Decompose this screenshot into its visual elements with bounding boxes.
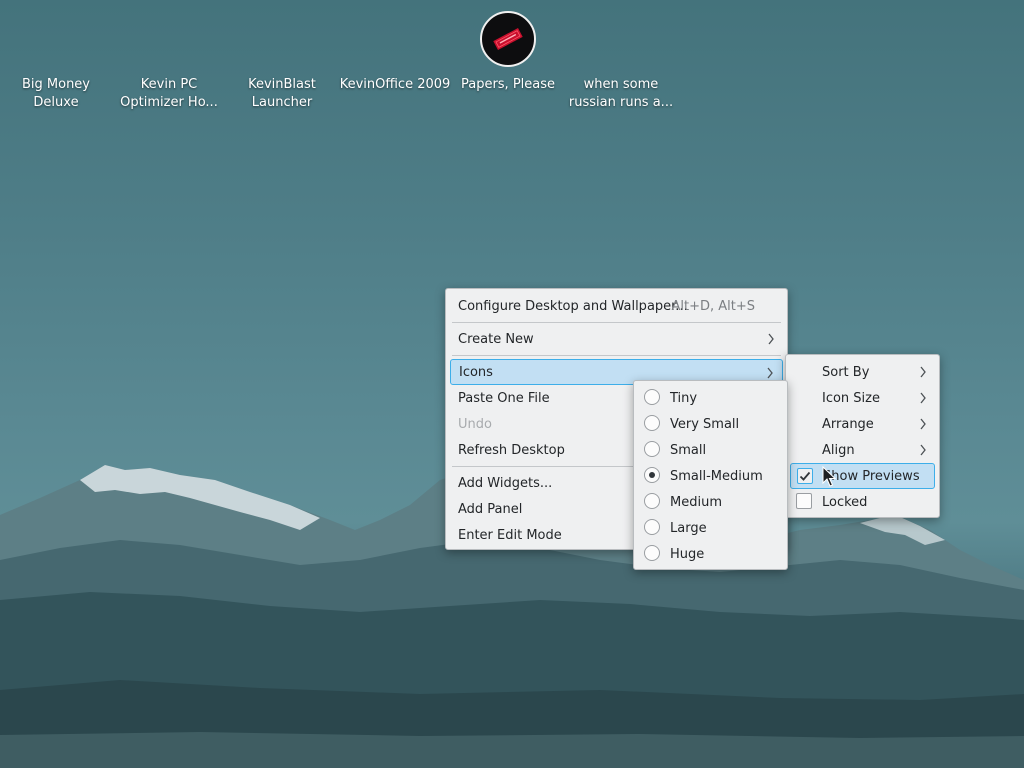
menu-item-shortcut: Alt+D, Alt+S <box>671 298 755 314</box>
desktop-icon-kevinblast-launcher[interactable]: KevinBlast Launcher <box>226 8 338 118</box>
mouse-pointer-icon <box>822 466 836 487</box>
menu-item-icon-size[interactable]: Icon Size <box>790 385 935 411</box>
menu-item-label: Refresh Desktop <box>458 442 565 458</box>
desktop-icon-big-money-deluxe[interactable]: Big Money Deluxe <box>0 8 112 118</box>
menu-item-show-previews[interactable]: Show Previews <box>790 463 935 489</box>
radio-button[interactable] <box>644 441 660 457</box>
icon-size-option-large[interactable]: Large <box>638 515 783 541</box>
menu-item-label: Show Previews <box>823 468 920 484</box>
desktop-icon-label: KevinBlast Launcher <box>248 77 316 110</box>
menu-item-sort-by[interactable]: Sort By <box>790 359 935 385</box>
radio-button-selected[interactable] <box>644 467 660 483</box>
chevron-right-icon <box>767 367 773 379</box>
menu-item-create-new[interactable]: Create New <box>450 326 783 352</box>
menu-item-label: Small <box>670 442 707 458</box>
app-icon <box>26 8 86 70</box>
radio-button[interactable] <box>644 545 660 561</box>
radio-button[interactable] <box>644 493 660 509</box>
locked-checkbox[interactable] <box>796 493 812 509</box>
menu-item-label: Paste One File <box>458 390 550 406</box>
menu-item-label: Configure Desktop and Wallpaper... <box>458 298 688 314</box>
desktop-icon-label: Big Money Deluxe <box>21 77 90 110</box>
desktop-icon-label: when some russian runs a... <box>568 77 674 110</box>
icons-submenu: Sort By Icon Size Arrange Align Show Pre… <box>785 354 940 518</box>
radio-button[interactable] <box>644 415 660 431</box>
menu-item-label: Medium <box>670 494 722 510</box>
papers-please-logo-icon <box>480 11 536 67</box>
menu-item-locked[interactable]: Locked <box>790 489 935 515</box>
chevron-right-icon <box>920 418 926 430</box>
app-icon <box>591 8 651 70</box>
menu-item-label: Huge <box>670 546 705 562</box>
menu-item-label: Create New <box>458 331 534 347</box>
icon-size-option-very-small[interactable]: Very Small <box>638 411 783 437</box>
checkmark-icon <box>799 471 811 481</box>
desktop-icon-label: Kevin PC Optimizer Ho... <box>120 77 218 110</box>
desktop-icon-label: Papers, Please <box>460 77 556 92</box>
menu-item-label: Small-Medium <box>670 468 763 484</box>
menu-item-label: Large <box>670 520 707 536</box>
menu-item-label: Add Widgets... <box>458 475 553 491</box>
menu-item-label: Tiny <box>670 390 698 406</box>
desktop[interactable]: Big Money Deluxe Kevin PC Optimizer Ho..… <box>0 0 1024 768</box>
menu-separator <box>452 355 781 356</box>
icon-size-option-small-medium[interactable]: Small-Medium <box>638 463 783 489</box>
menu-separator <box>452 322 781 323</box>
desktop-icon-when-some-russian[interactable]: when some russian runs a... <box>565 8 677 118</box>
menu-item-label: Icons <box>459 364 493 380</box>
app-icon <box>139 8 199 70</box>
menu-item-label: Sort By <box>822 364 870 380</box>
desktop-icon-papers-please[interactable]: Papers, Please <box>452 8 564 118</box>
chevron-right-icon <box>920 444 926 456</box>
menu-item-label: Icon Size <box>822 390 880 406</box>
menu-item-configure-desktop[interactable]: Configure Desktop and Wallpaper... Alt+D… <box>450 293 783 319</box>
icon-size-option-tiny[interactable]: Tiny <box>638 385 783 411</box>
menu-item-label: Enter Edit Mode <box>458 527 562 543</box>
chevron-right-icon <box>920 366 926 378</box>
app-icon <box>365 8 425 70</box>
menu-item-label: Arrange <box>822 416 874 432</box>
radio-button[interactable] <box>644 389 660 405</box>
desktop-icon-kevin-pc-optimizer[interactable]: Kevin PC Optimizer Ho... <box>113 8 225 118</box>
app-icon <box>252 8 312 70</box>
desktop-icon-label: KevinOffice 2009 <box>339 77 451 92</box>
show-previews-checkbox[interactable] <box>797 468 813 484</box>
icon-size-submenu: Tiny Very Small Small Small-Medium Mediu… <box>633 380 788 570</box>
menu-item-label: Undo <box>458 416 492 432</box>
desktop-icon-kevinoffice-2009[interactable]: KevinOffice 2009 <box>339 8 451 118</box>
radio-button[interactable] <box>644 519 660 535</box>
menu-item-label: Locked <box>822 494 868 510</box>
menu-item-arrange[interactable]: Arrange <box>790 411 935 437</box>
icon-size-option-small[interactable]: Small <box>638 437 783 463</box>
icon-size-option-huge[interactable]: Huge <box>638 541 783 567</box>
chevron-right-icon <box>920 392 926 404</box>
icon-size-option-medium[interactable]: Medium <box>638 489 783 515</box>
menu-item-label: Align <box>822 442 855 458</box>
chevron-right-icon <box>768 333 774 345</box>
menu-item-align[interactable]: Align <box>790 437 935 463</box>
menu-item-label: Add Panel <box>458 501 523 517</box>
menu-item-label: Very Small <box>670 416 740 432</box>
